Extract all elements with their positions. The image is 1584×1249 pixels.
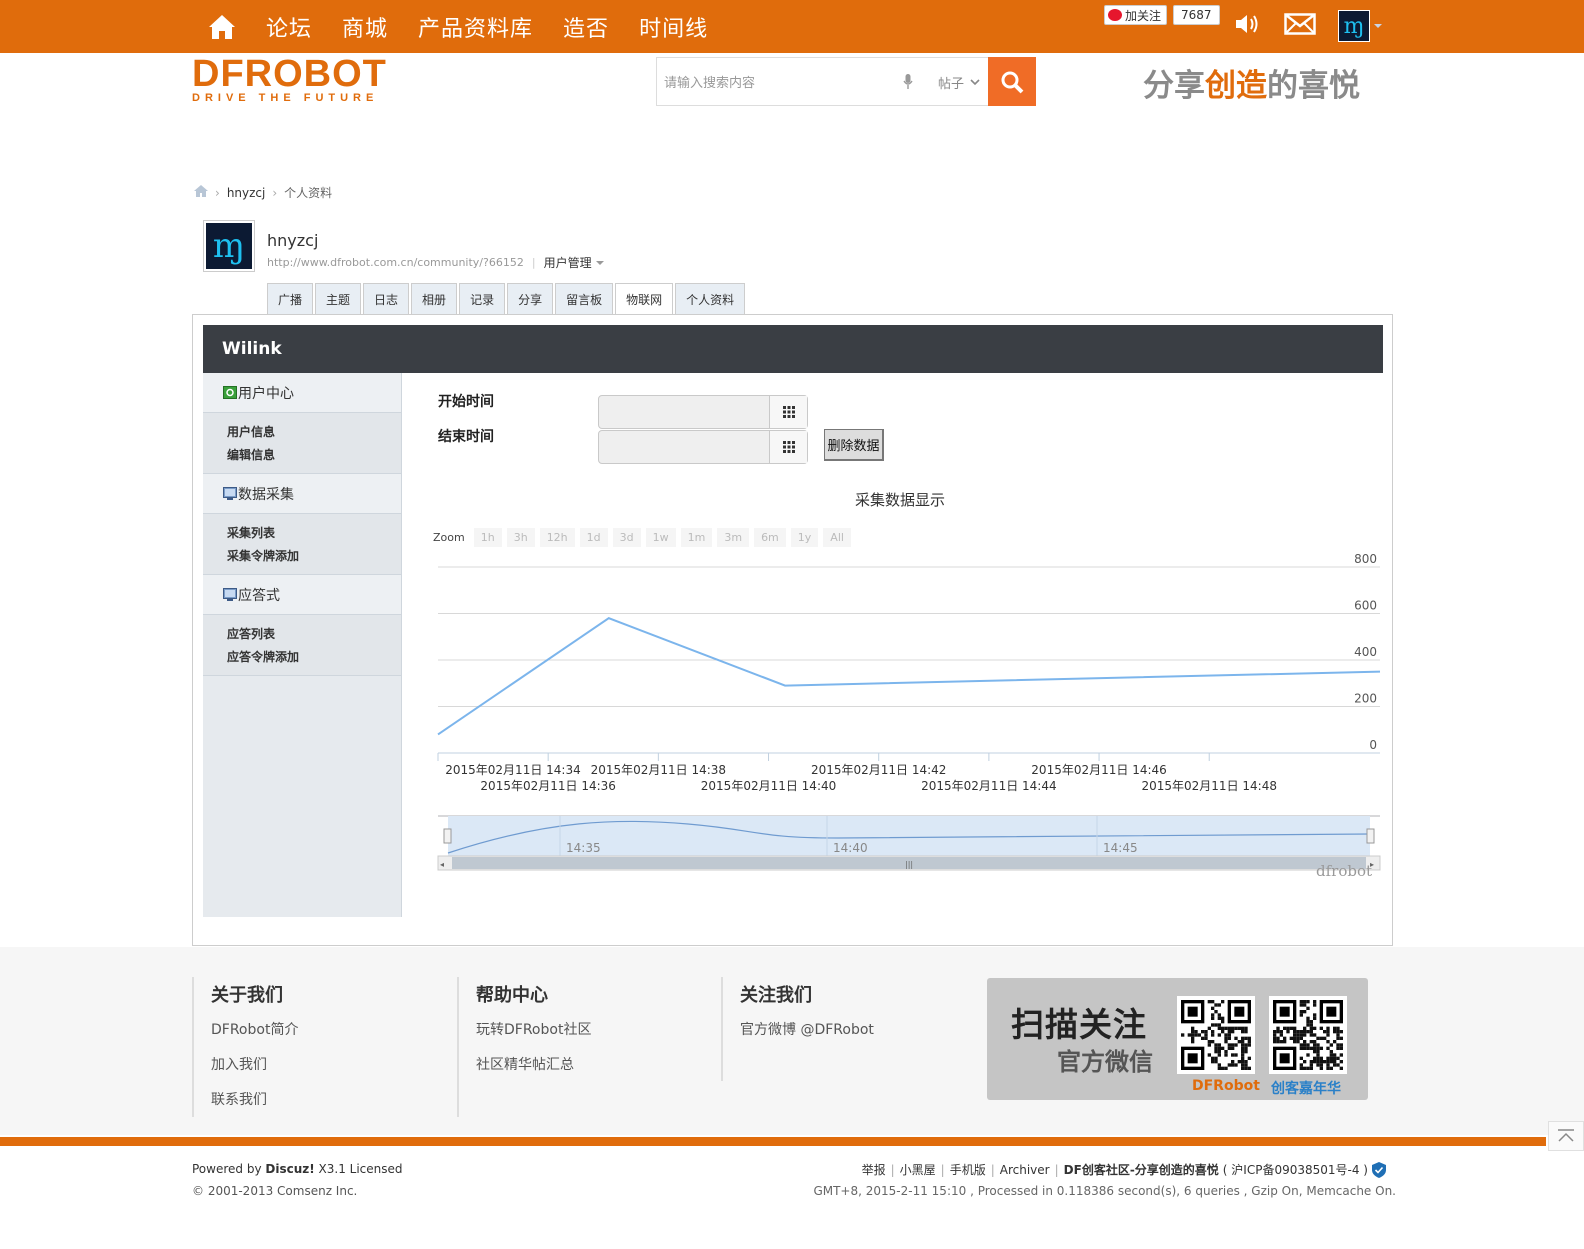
powered-by: Powered by Discuz! X3.1 Licensed: [192, 1162, 403, 1176]
x-tick-label: 2015年02月11日 14:34: [445, 763, 580, 777]
footer-stats: GMT+8, 2015-2-11 15:10 , Processed in 0.…: [813, 1184, 1396, 1198]
scrollbar-grip: |||: [905, 860, 913, 869]
navigator-label: 14:40: [833, 841, 868, 855]
x-tick-label: 2015年02月11日 14:46: [1031, 763, 1166, 777]
footer-mobile-link[interactable]: 手机版: [950, 1161, 986, 1178]
footer-col-follow: 关注我们 官方微博 @DFRobot: [721, 977, 874, 1081]
footer-divider: [0, 1137, 1546, 1146]
x-tick-label: 2015年02月11日 14:42: [811, 763, 946, 777]
shield-icon: [1372, 1161, 1386, 1178]
footer-col-about: 关于我们 DFRobot简介 加入我们 联系我们: [192, 977, 298, 1117]
footer-report-link[interactable]: 举报: [862, 1161, 886, 1178]
footer-links: 举报 | 小黑屋 | 手机版 | Archiver | DF创客社区-分享创造的喜悦 (…: [862, 1161, 1386, 1178]
x-tick-label: 2015年02月11日 14:40: [701, 779, 836, 793]
footer-icp-link[interactable]: ( 沪ICP备09038501号-4 ): [1223, 1161, 1368, 1178]
copyright: © 2001-2013 Comsenz Inc.: [192, 1184, 358, 1198]
footer-link-intro[interactable]: DFRobot简介: [211, 1019, 298, 1054]
x-tick-label: 2015年02月11日 14:44: [921, 779, 1056, 793]
footer-link-join[interactable]: 加入我们: [211, 1054, 298, 1089]
navigator-handle-right: [1366, 828, 1375, 844]
line-chart: 0 200 400 600 800 2015年02月11日 14:34 2015年02月11…: [437, 552, 1381, 871]
y-tick-label: 400: [1354, 645, 1377, 659]
navigator-label: 14:45: [1103, 841, 1138, 855]
footer-link-guide[interactable]: 玩转DFRobot社区: [476, 1019, 591, 1054]
qr-code-dfrobot: [1177, 996, 1255, 1074]
x-tick-label: 2015年02月11日 14:48: [1141, 779, 1276, 793]
navigator-handle-left: [443, 828, 452, 844]
back-to-top-icon[interactable]: [1548, 1121, 1584, 1151]
footer-link-digest[interactable]: 社区精华帖汇总: [476, 1054, 591, 1089]
qr-follow-box: 扫描关注 官方微信 DFRobot 创客嘉年华: [987, 978, 1368, 1100]
qr-caption-carnival: 创客嘉年华: [1271, 1081, 1341, 1097]
scrollbar-left-arrow: ◂: [440, 860, 444, 869]
qr-caption-dfrobot: DFRobot: [1192, 1078, 1260, 1094]
y-tick-label: 200: [1354, 692, 1377, 706]
y-tick-label: 0: [1369, 738, 1377, 752]
x-tick-label: 2015年02月11日 14:36: [480, 779, 615, 793]
footer-archiver-link[interactable]: Archiver: [1000, 1163, 1050, 1177]
x-tick-label: 2015年02月11日 14:38: [591, 763, 726, 777]
qr-code-maker-carnival: [1269, 996, 1347, 1074]
chart-credit: dfrobot: [1316, 862, 1373, 880]
y-tick-label: 600: [1354, 599, 1377, 613]
discuz-link[interactable]: Discuz!: [265, 1162, 314, 1176]
footer-blacklist-link[interactable]: 小黑屋: [900, 1161, 936, 1178]
footer-site-title[interactable]: DF创客社区-分享创造的喜悦: [1064, 1161, 1219, 1178]
footer-link-contact[interactable]: 联系我们: [211, 1089, 298, 1124]
footer-col-help: 帮助中心 玩转DFRobot社区 社区精华帖汇总: [457, 977, 591, 1117]
footer-link-weibo[interactable]: 官方微博 @DFRobot: [740, 1019, 874, 1054]
y-tick-label: 800: [1354, 552, 1377, 566]
navigator-label: 14:35: [566, 841, 601, 855]
series-line: [437, 617, 1381, 736]
